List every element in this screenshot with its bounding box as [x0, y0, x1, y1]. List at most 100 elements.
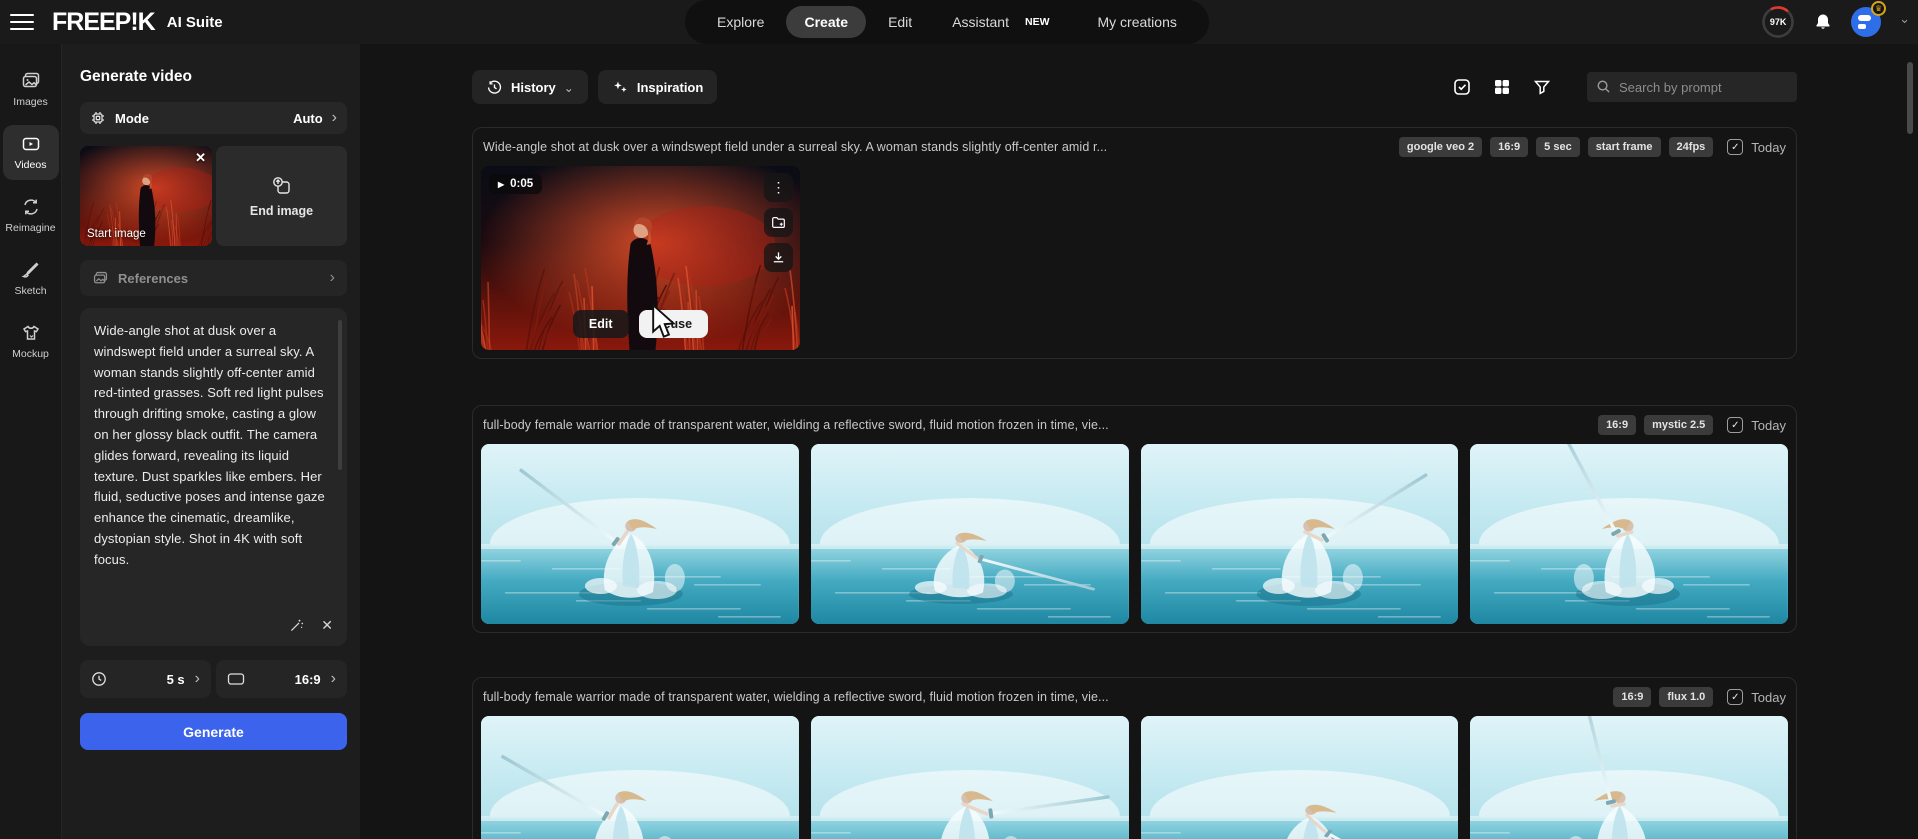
- end-image-upload[interactable]: End image: [216, 146, 347, 246]
- search-input[interactable]: [1587, 72, 1797, 102]
- row-1-prompt: Wide-angle shot at dusk over a windswept…: [483, 140, 1108, 154]
- video-thumbnail[interactable]: [1140, 444, 1459, 624]
- row-2-media: [473, 444, 1796, 624]
- nav-explore[interactable]: Explore: [699, 6, 782, 38]
- row-1-media: ▶ 0:05 ⋮ Edit Reuse: [473, 166, 1796, 350]
- prompt-textarea[interactable]: Wide-angle shot at dusk over a windswept…: [80, 308, 347, 646]
- row-2-header: full-body female warrior made of transpa…: [473, 406, 1796, 444]
- results-toolbar: History ⌄ Inspiration: [472, 70, 1797, 104]
- history-dropdown[interactable]: History ⌄: [472, 70, 588, 104]
- video-thumbnail[interactable]: [1140, 716, 1459, 839]
- tag-duration: 5 sec: [1536, 137, 1580, 157]
- row-2-date-checkbox[interactable]: ✓: [1727, 417, 1744, 433]
- topbar: FREEP!K AI Suite Explore Create Edit Ass…: [0, 0, 1918, 44]
- tag-aspect: 16:9: [1598, 415, 1637, 435]
- clear-prompt-close-icon[interactable]: ✕: [321, 617, 333, 634]
- notifications-bell-icon[interactable]: [1813, 12, 1833, 32]
- tag-model: flux 1.0: [1659, 687, 1714, 707]
- generate-button[interactable]: Generate: [80, 713, 347, 750]
- enhance-prompt-wand-icon[interactable]: [288, 617, 305, 634]
- video-thumbnail[interactable]: [1470, 716, 1788, 839]
- new-badge: NEW: [1025, 16, 1050, 28]
- duration-badge: ▶ 0:05: [489, 174, 543, 194]
- aspect-ratio-selector[interactable]: 16:9 ›: [216, 660, 347, 698]
- references-icon: [93, 271, 108, 283]
- row-1-tags: google veo 2 16:9 5 sec start frame 24fp…: [1379, 137, 1786, 157]
- sidebar-item-images[interactable]: Images: [3, 62, 59, 117]
- sidebar-item-reimagine[interactable]: Reimagine: [3, 188, 59, 243]
- page-scrollbar[interactable]: [1907, 62, 1913, 134]
- row-3-date: Today: [1751, 689, 1786, 705]
- tag-aspect: 16:9: [1613, 687, 1652, 707]
- inspiration-button[interactable]: Inspiration: [597, 70, 718, 104]
- references-row[interactable]: References ›: [80, 260, 347, 296]
- video-card-footer: Edit Reuse: [481, 310, 800, 338]
- videos-icon: [22, 137, 39, 151]
- video-thumbnail[interactable]: [1470, 444, 1788, 624]
- sidebar-item-sketch[interactable]: Sketch: [3, 251, 59, 306]
- tag-start-frame: start frame: [1587, 137, 1661, 157]
- remove-start-image-close-icon[interactable]: ✕: [195, 150, 206, 166]
- reimagine-icon: [23, 199, 38, 215]
- row-1-date-checkbox[interactable]: ✓: [1727, 139, 1744, 155]
- prompt-actions: ✕: [288, 617, 333, 634]
- sidebar-item-mockup[interactable]: Mockup: [3, 314, 59, 369]
- nav-assistant[interactable]: Assistant NEW: [934, 5, 1075, 39]
- mode-label: Mode: [115, 110, 149, 126]
- filter-funnel-icon[interactable]: [1533, 78, 1551, 96]
- history-chevron-down-icon: ⌄: [563, 81, 574, 95]
- history-icon: [487, 80, 502, 94]
- sidebar-item-videos[interactable]: Videos: [2, 125, 59, 180]
- hamburger-menu-icon[interactable]: [10, 12, 36, 32]
- tag-model: google veo 2: [1398, 137, 1483, 157]
- video-thumbnail[interactable]: [481, 716, 799, 839]
- frame-images-row: ✕ Start image End image: [80, 146, 347, 246]
- ai-suite-label: AI Suite: [166, 13, 223, 31]
- duration-selector[interactable]: 5 s ›: [80, 660, 211, 698]
- video-thumbnail[interactable]: [481, 444, 799, 624]
- edit-button[interactable]: Edit: [572, 310, 629, 338]
- user-avatar[interactable]: ♛: [1851, 1, 1887, 37]
- aspect-ratio-icon: [227, 673, 245, 685]
- grid-view-icon[interactable]: [1493, 78, 1511, 96]
- account-chevron-down-icon[interactable]: ⌄: [1899, 11, 1910, 27]
- clock-icon: [92, 672, 106, 686]
- video-card-actions: ⋮: [764, 173, 793, 272]
- sparkles-icon: [613, 81, 627, 92]
- mode-value: Auto: [293, 110, 323, 126]
- prompt-text: Wide-angle shot at dusk over a windswept…: [94, 323, 325, 567]
- credits-ring[interactable]: 97K: [1761, 5, 1795, 39]
- history-row-1: Wide-angle shot at dusk over a windswept…: [472, 127, 1797, 359]
- images-icon: [22, 72, 39, 88]
- nav-my-creations[interactable]: My creations: [1080, 6, 1195, 38]
- results-area: History ⌄ Inspiration Search by prompt W…: [472, 44, 1797, 839]
- options-row: 5 s › 16:9 ›: [80, 660, 347, 698]
- row-3-header: full-body female warrior made of transpa…: [473, 678, 1796, 716]
- tag-fps: 24fps: [1668, 137, 1714, 157]
- references-chevron-right-icon: ›: [329, 269, 335, 286]
- reuse-button[interactable]: Reuse: [638, 310, 709, 338]
- add-image-icon: [272, 176, 290, 194]
- select-items-checkbox-icon[interactable]: [1453, 78, 1471, 96]
- nav-create[interactable]: Create: [786, 6, 867, 38]
- generated-video-card[interactable]: ▶ 0:05 ⋮ Edit Reuse: [481, 166, 800, 350]
- row-3-date-checkbox[interactable]: ✓: [1727, 689, 1744, 705]
- more-options-kebab-icon[interactable]: ⋮: [764, 173, 793, 202]
- nav-edit[interactable]: Edit: [870, 6, 930, 38]
- video-thumbnail[interactable]: [810, 716, 1129, 839]
- row-2-tags: 16:9 mystic 2.5 ✓ Today: [1578, 415, 1786, 435]
- history-row-3: full-body female warrior made of transpa…: [472, 677, 1797, 839]
- start-image-thumbnail[interactable]: ✕ Start image: [80, 146, 212, 246]
- add-to-folder-icon[interactable]: [764, 208, 793, 237]
- prompt-scrollbar[interactable]: [338, 320, 342, 470]
- mockup-icon: [22, 325, 39, 340]
- mode-selector[interactable]: Mode Auto ›: [80, 102, 347, 134]
- mode-chevron-right-icon: ›: [331, 109, 337, 126]
- video-thumbnail[interactable]: [810, 444, 1129, 624]
- chip-icon: [92, 112, 104, 124]
- play-icon: ▶: [498, 179, 505, 189]
- freepik-logo[interactable]: FREEP!K: [52, 8, 156, 37]
- tag-model: mystic 2.5: [1644, 415, 1714, 435]
- download-icon[interactable]: [764, 243, 793, 272]
- row-3-media: [473, 716, 1796, 839]
